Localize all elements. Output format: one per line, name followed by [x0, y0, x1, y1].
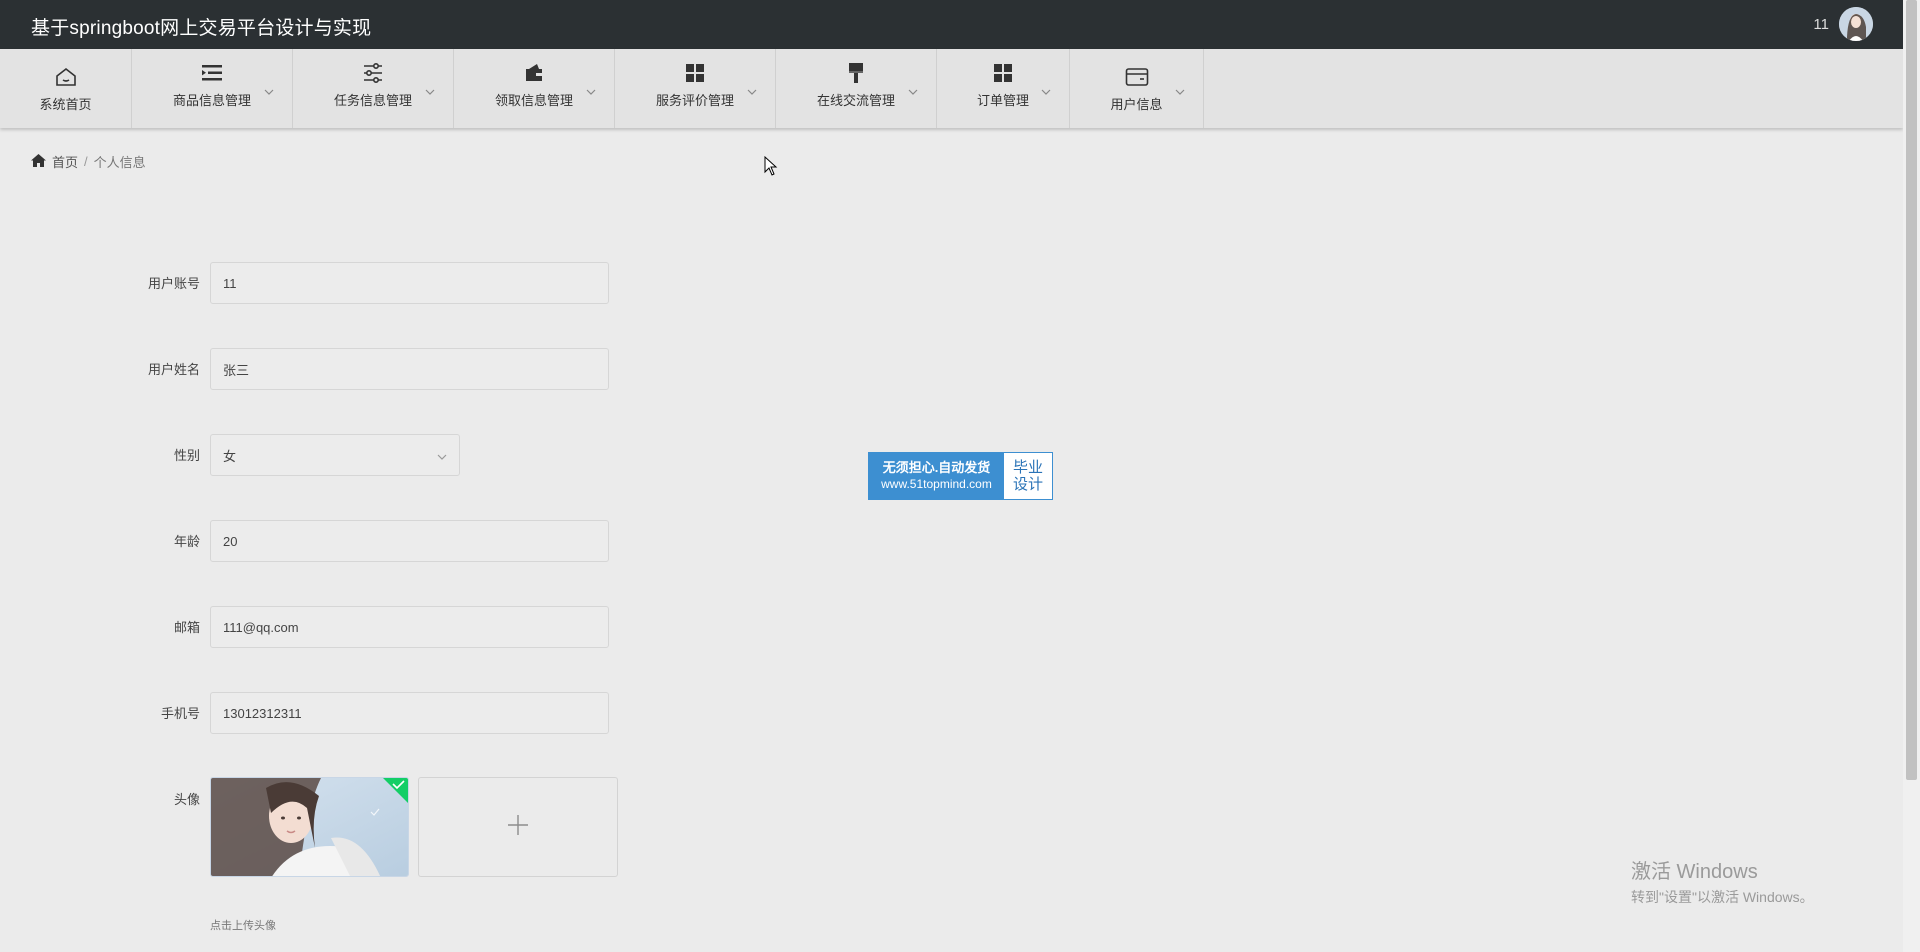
brush-icon: [843, 60, 869, 86]
breadcrumb-home-link[interactable]: 首页: [52, 152, 78, 171]
nav-item-tasks[interactable]: 任务信息管理: [293, 49, 454, 128]
nav-item-label: 领取信息管理: [494, 93, 573, 108]
nav-item-label: 订单管理: [976, 93, 1029, 108]
gender-label: 性别: [173, 448, 200, 463]
watermark-badge: 无须担心.自动发货 www.51topmind.com 毕业 设计: [868, 452, 1053, 500]
breadcrumb-separator: /: [84, 154, 88, 169]
chevron-down-icon: [425, 82, 435, 100]
list-icon: [199, 60, 225, 86]
avatar-label: 头像: [173, 792, 200, 807]
badge-right1: 毕业: [1012, 459, 1043, 476]
nav-item-label: 商品信息管理: [172, 93, 251, 108]
plus-icon: [507, 814, 529, 841]
windows-activation-notice: 激活 Windows 转到"设置"以激活 Windows。: [1631, 855, 1814, 907]
upload-hint: 点击上传头像: [210, 920, 276, 932]
gender-select[interactable]: 女: [210, 434, 460, 476]
main-nav: 系统首页 商品信息管理 任务信息管理 领取信息管理 服务评价管理 在线交流管理 …: [0, 49, 1903, 128]
badge-left: 无须担心.自动发货 www.51topmind.com: [869, 453, 1004, 499]
chevron-down-icon: [1041, 82, 1051, 100]
nav-item-label: 在线交流管理: [816, 93, 895, 108]
chevron-down-icon: [437, 448, 447, 463]
home-icon: [53, 64, 79, 90]
top-header-bar: 基于springboot网上交易平台设计与实现 11: [0, 0, 1903, 49]
nav-item-reviews[interactable]: 服务评价管理: [615, 49, 776, 128]
name-label: 用户姓名: [147, 362, 200, 377]
nav-item-user-info[interactable]: 用户信息: [1070, 49, 1204, 128]
badge-right2: 设计: [1012, 476, 1043, 493]
user-info[interactable]: 11: [1813, 7, 1873, 41]
chevron-down-icon: [1175, 82, 1185, 100]
account-field[interactable]: 11: [210, 262, 609, 304]
age-label: 年龄: [173, 534, 200, 549]
phone-label: 手机号: [160, 706, 200, 721]
user-avatar[interactable]: [1839, 7, 1873, 41]
chevron-down-icon: [747, 82, 757, 100]
phone-field[interactable]: 13012312311: [210, 692, 609, 734]
badge-line2: www.51topmind.com: [881, 477, 992, 491]
name-field[interactable]: 张三: [210, 348, 609, 390]
avatar-upload-button[interactable]: [418, 777, 618, 877]
nav-item-products[interactable]: 商品信息管理: [132, 49, 293, 128]
age-field[interactable]: 20: [210, 520, 609, 562]
nav-item-orders[interactable]: 订单管理: [937, 49, 1070, 128]
nav-item-label: 服务评价管理: [655, 93, 734, 108]
breadcrumb-current: 个人信息: [93, 155, 146, 170]
nav-item-label: 任务信息管理: [333, 93, 412, 108]
home-icon: [31, 153, 46, 170]
badge-line1: 无须担心.自动发货: [882, 460, 991, 475]
chevron-down-icon: [264, 82, 274, 100]
scrollbar-thumb[interactable]: [1906, 0, 1917, 780]
card-icon: [1124, 64, 1150, 90]
nav-item-label: 系统首页: [39, 97, 92, 112]
windows-activation-title: 激活 Windows: [1631, 861, 1758, 883]
grid-icon: [682, 60, 708, 86]
account-label: 用户账号: [147, 276, 200, 291]
chevron-down-icon: [908, 82, 918, 100]
chevron-down-icon: [586, 82, 596, 100]
gender-value: 女: [223, 448, 237, 464]
vertical-scrollbar[interactable]: [1903, 0, 1920, 952]
email-label: 邮箱: [173, 620, 200, 635]
email-field[interactable]: 111@qq.com: [210, 606, 609, 648]
avatar-image[interactable]: [210, 777, 409, 877]
nav-item-claims[interactable]: 领取信息管理: [454, 49, 615, 128]
nav-item-chat[interactable]: 在线交流管理: [776, 49, 937, 128]
username-label: 11: [1813, 15, 1829, 33]
nav-item-home[interactable]: 系统首页: [0, 49, 132, 128]
breadcrumb: 首页 / 个人信息: [31, 152, 146, 171]
badge-right: 毕业 设计: [1004, 453, 1052, 499]
mouse-cursor-icon: [764, 155, 778, 181]
wallet-icon: [521, 60, 547, 86]
grid-icon: [990, 60, 1016, 86]
windows-activation-subtitle: 转到"设置"以激活 Windows。: [1631, 889, 1814, 905]
nav-item-label: 用户信息: [1110, 97, 1163, 112]
app-title: 基于springboot网上交易平台设计与实现: [31, 18, 372, 39]
sliders-icon: [360, 60, 386, 86]
